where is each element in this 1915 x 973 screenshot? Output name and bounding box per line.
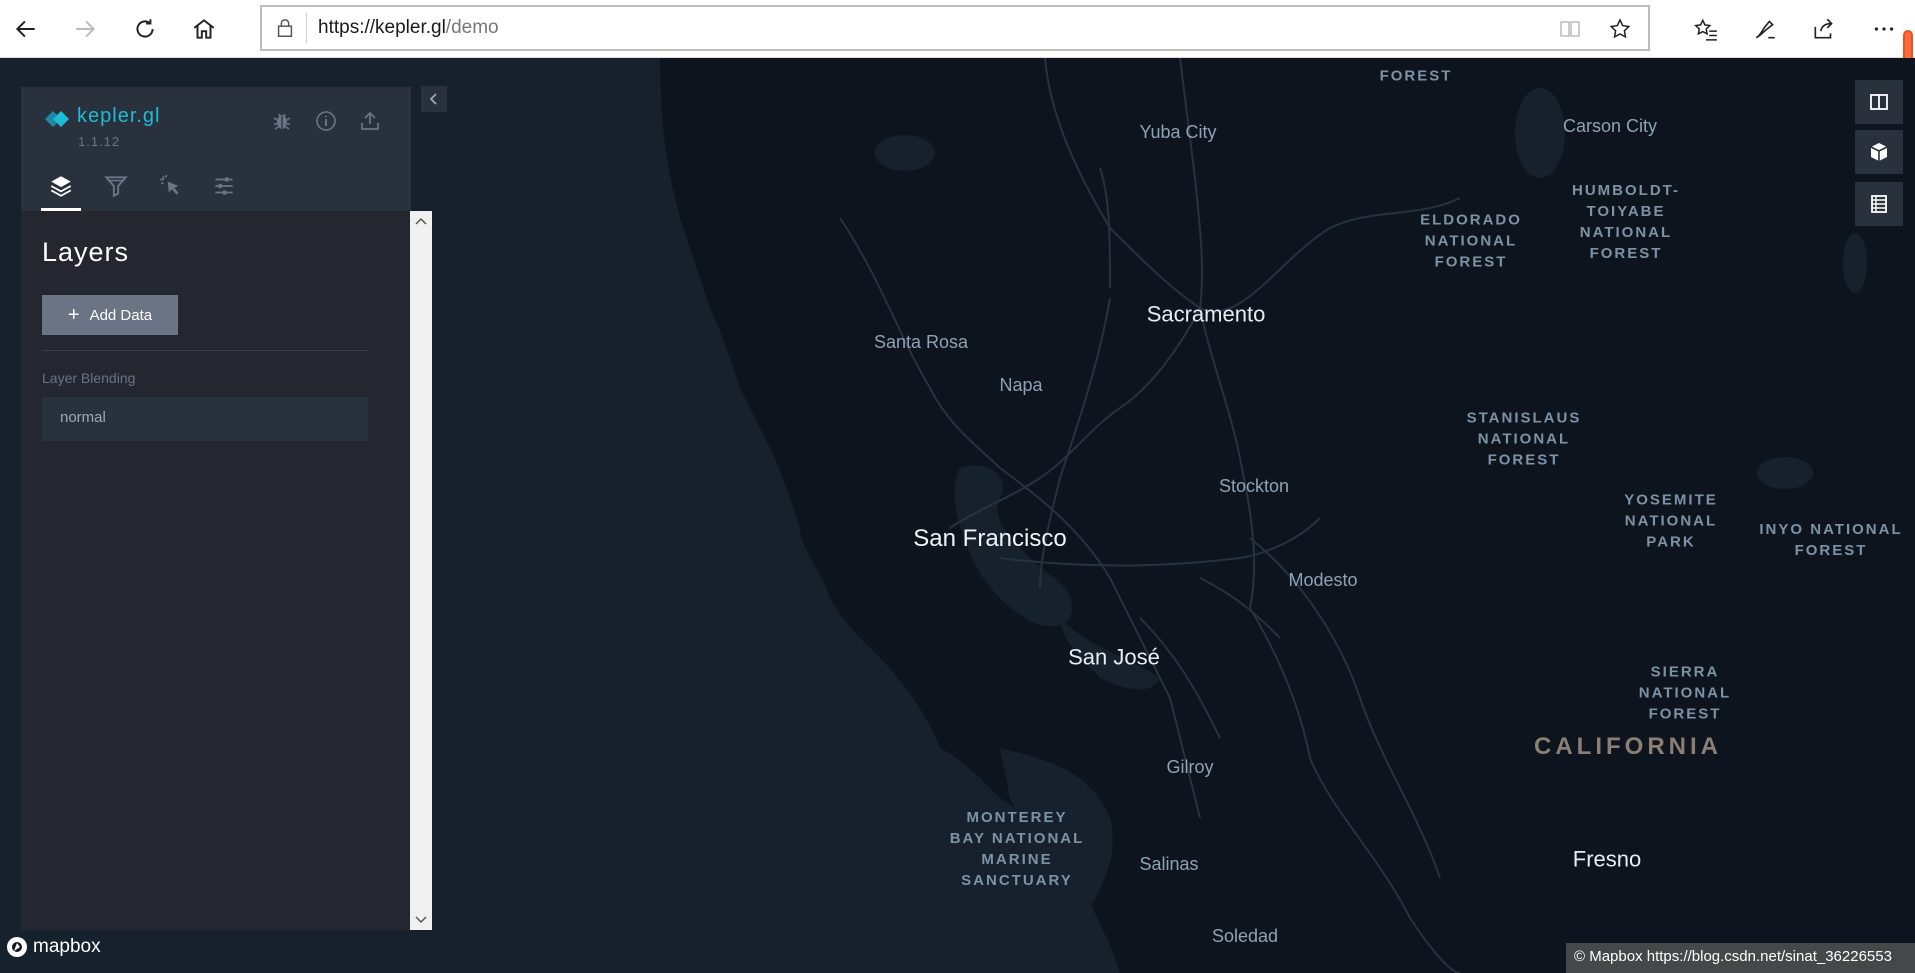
map-label: CALIFORNIA <box>1534 733 1722 760</box>
favorites-button[interactable] <box>1686 9 1726 49</box>
map-label: San Francisco <box>913 525 1067 552</box>
map-label: Santa Rosa <box>873 331 969 352</box>
forward-arrow-icon <box>76 20 96 38</box>
browser-toolbar: https://kepler.gl/demo <box>0 0 1915 58</box>
map-label: SIERRA NATIONAL FOREST <box>1638 663 1732 723</box>
home-icon <box>193 19 215 39</box>
3d-view-button[interactable] <box>1855 130 1903 174</box>
more-dots-icon <box>1874 27 1894 31</box>
map-label: FOREST <box>1379 67 1453 85</box>
favorite-star-icon[interactable] <box>1608 17 1632 41</box>
back-arrow-icon <box>15 20 35 38</box>
split-view-icon <box>1870 94 1888 110</box>
chevron-left-icon <box>429 93 437 105</box>
mapbox-wordmark: mapbox <box>33 936 101 957</box>
map-label: San José <box>1068 644 1160 670</box>
map-attribution[interactable]: © Mapbox https://blog.csdn.net/sinat_362… <box>1566 943 1915 973</box>
legend-list-icon <box>1871 195 1887 213</box>
info-button[interactable] <box>312 107 340 135</box>
back-button[interactable] <box>6 9 46 49</box>
layer-blending-label: Layer Blending <box>42 370 136 386</box>
map-label: Gilroy <box>1166 756 1214 777</box>
mapbox-logo-icon <box>7 937 27 957</box>
kepler-logo-icon <box>45 111 69 127</box>
map-label: Napa <box>999 374 1043 395</box>
layers-icon <box>50 176 72 197</box>
plus-icon: + <box>67 304 80 326</box>
map-label: Soledad <box>1211 925 1279 946</box>
notes-button[interactable] <box>1745 9 1785 49</box>
address-bar[interactable]: https://kepler.gl/demo <box>260 5 1650 51</box>
map-label: Yuba City <box>1139 121 1217 142</box>
map-label: INYO NATIONAL FOREST <box>1759 521 1903 559</box>
share-icon <box>1814 18 1833 39</box>
map-label: Sacramento <box>1146 301 1266 327</box>
filter-icon <box>104 176 128 198</box>
more-menu-button[interactable] <box>1864 9 1904 49</box>
sliders-icon <box>215 177 233 195</box>
map-label: STANISLAUS NATIONAL FOREST <box>1466 409 1582 469</box>
tab-map-style[interactable] <box>204 169 244 211</box>
panel-title: Layers <box>42 237 130 267</box>
legend-button[interactable] <box>1855 182 1903 226</box>
mapbox-logo[interactable]: mapbox <box>6 936 101 958</box>
share-button[interactable] <box>1804 9 1844 49</box>
bug-icon <box>273 113 291 130</box>
tab-interactions[interactable] <box>151 169 191 211</box>
scroll-down-button[interactable] <box>410 910 432 930</box>
reading-view-icon[interactable] <box>1558 17 1582 41</box>
address-separator <box>306 13 307 43</box>
layer-blending-select[interactable]: normal <box>42 397 368 441</box>
cursor-click-icon <box>160 174 179 195</box>
info-icon <box>316 111 336 131</box>
refresh-button[interactable] <box>125 9 165 49</box>
home-button[interactable] <box>184 9 224 49</box>
app-version: 1.1.12 <box>78 134 121 149</box>
map-label: YOSEMITE NATIONAL PARK <box>1624 491 1718 551</box>
pen-icon <box>1755 20 1775 39</box>
split-map-button[interactable] <box>1855 80 1903 124</box>
map-label: Modesto <box>1288 569 1358 590</box>
favorites-list-icon <box>1694 18 1717 41</box>
map-label: Fresno <box>1572 846 1642 872</box>
chevron-up-icon <box>415 217 427 225</box>
cube-icon <box>1870 143 1888 161</box>
app-name: kepler.gl <box>77 105 161 127</box>
share-export-button[interactable] <box>356 107 384 135</box>
panel-divider <box>42 350 368 351</box>
map-label: ELDORADO NATIONAL FOREST <box>1420 211 1522 271</box>
side-panel: kepler.gl 1.1.12 Layers + Add Data Layer… <box>21 87 432 930</box>
panel-header: kepler.gl 1.1.12 <box>21 87 411 211</box>
bug-report-button[interactable] <box>268 107 296 135</box>
forward-button[interactable] <box>65 9 105 49</box>
collapse-panel-button[interactable] <box>421 86 447 112</box>
map-label: Stockton <box>1218 475 1290 496</box>
url-text: https://kepler.gl/demo <box>318 17 499 38</box>
upload-icon <box>361 111 379 130</box>
map-label: HUMBOLDT- TOIYABE NATIONAL FOREST <box>1572 182 1680 262</box>
chevron-down-icon <box>415 916 427 924</box>
map-label: Salinas <box>1139 853 1199 874</box>
map-label: MONTEREY BAY NATIONAL MARINE SANCTUARY <box>949 809 1085 889</box>
panel-scrollbar[interactable] <box>410 211 432 930</box>
refresh-icon <box>136 19 154 38</box>
tab-layers[interactable] <box>41 169 81 211</box>
add-data-label: Add Data <box>89 306 153 324</box>
tab-filters[interactable] <box>96 169 136 211</box>
lock-icon <box>277 19 293 37</box>
add-data-button[interactable]: + Add Data <box>42 295 178 335</box>
map-label: Carson City <box>1562 115 1658 136</box>
scroll-up-button[interactable] <box>410 211 432 231</box>
